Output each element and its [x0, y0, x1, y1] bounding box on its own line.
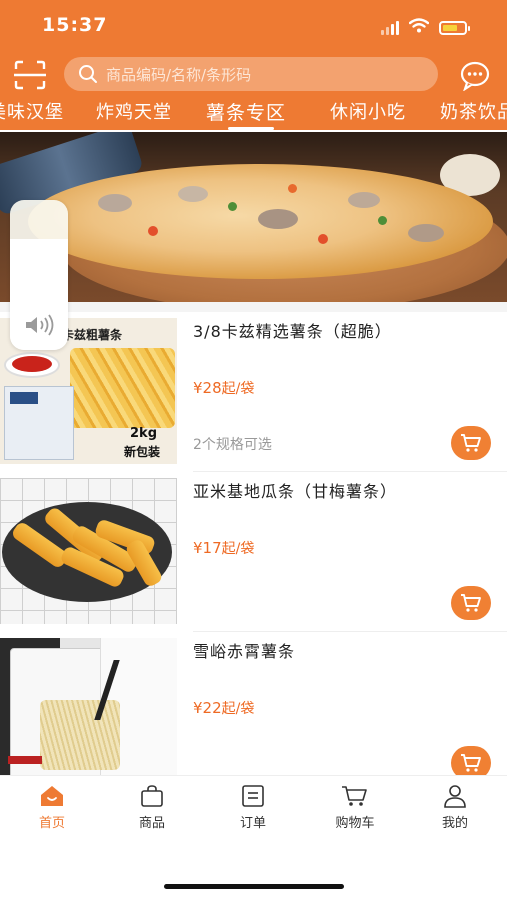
price-value: ¥17	[193, 539, 222, 557]
nav-products[interactable]: 商品	[112, 782, 192, 831]
thumb-label-top: 卡兹粗薯条	[62, 328, 123, 342]
nav-home[interactable]: 首页	[12, 782, 92, 831]
banner-pizza-image	[28, 164, 493, 279]
product-item[interactable]: 雪峪赤霄薯条 ¥22起/袋	[0, 632, 507, 792]
tab-snacks[interactable]: 休闲小吃	[330, 98, 406, 124]
search-row: 商品编码/名称/条形码	[0, 55, 507, 95]
thumb-label-weight: 2kg	[130, 426, 157, 441]
search-input[interactable]: 商品编码/名称/条形码	[64, 57, 438, 91]
bottom-nav: 首页 商品 订单 购物车 我的	[0, 775, 507, 833]
status-bar: 15:37	[0, 0, 507, 50]
status-time: 15:37	[42, 14, 108, 36]
cart-icon	[342, 786, 367, 806]
nav-orders[interactable]: 订单	[213, 782, 293, 831]
product-item[interactable]: 卡兹粗薯条 2kg 新包装 3/8卡兹精选薯条（超脆） ¥28起/袋 2个规格可…	[0, 312, 507, 472]
product-thumbnail	[0, 478, 177, 624]
product-thumbnail	[0, 638, 177, 784]
price-unit: 起/袋	[221, 701, 255, 717]
status-icons	[381, 18, 470, 37]
price-unit: 起/袋	[221, 381, 255, 397]
nav-profile[interactable]: 我的	[415, 782, 495, 831]
nav-home-label: 首页	[38, 816, 65, 831]
message-icon	[460, 61, 490, 92]
user-icon	[444, 785, 466, 808]
add-to-cart-button[interactable]	[451, 586, 491, 620]
nav-cart-label: 购物车	[335, 816, 375, 831]
order-icon	[242, 785, 264, 807]
cart-icon	[461, 594, 481, 612]
product-name: 雪峪赤霄薯条	[193, 642, 296, 661]
product-name: 亚米基地瓜条（甘梅薯条）	[193, 482, 398, 501]
volume-indicator	[10, 200, 68, 350]
home-icon	[41, 786, 63, 806]
category-tabs: 美味汉堡 炸鸡天堂 薯条专区 休闲小吃 奶茶饮品	[0, 98, 507, 130]
cart-icon	[461, 434, 481, 452]
product-spec-count: 2个规格可选	[193, 437, 272, 453]
promo-banner[interactable]	[0, 132, 507, 302]
search-icon	[79, 65, 97, 83]
message-button[interactable]	[458, 59, 492, 92]
product-price: ¥17起/袋	[193, 538, 254, 558]
thumb-label-badge: 新包装	[124, 445, 161, 459]
add-to-cart-button[interactable]	[451, 426, 491, 460]
tab-fried-chicken[interactable]: 炸鸡天堂	[96, 98, 172, 124]
product-item[interactable]: 亚米基地瓜条（甘梅薯条） ¥17起/袋	[0, 472, 507, 632]
bag-icon	[141, 785, 163, 807]
scan-icon	[14, 60, 46, 90]
tab-burgers[interactable]: 美味汉堡	[0, 98, 64, 124]
tab-fries[interactable]: 薯条专区	[206, 98, 286, 125]
header: 15:37 商品编码/名称/条形码 味汉堡 炸鸡天堂 薯条专区 休闲小吃 奶茶饮	[0, 0, 507, 130]
search-placeholder: 商品编码/名称/条形码	[106, 65, 252, 84]
app-screen: 15:37 商品编码/名称/条形码 味汉堡 炸鸡天堂 薯条专区 休闲小吃 奶茶饮…	[0, 0, 507, 900]
signal-icon	[381, 20, 399, 35]
price-value: ¥28	[193, 379, 222, 397]
tab-milk-tea[interactable]: 奶茶饮品	[440, 98, 507, 124]
nav-orders-label: 订单	[239, 816, 266, 831]
product-name: 3/8卡兹精选薯条（超脆）	[193, 322, 392, 341]
price-value: ¥22	[193, 699, 222, 717]
speaker-icon	[24, 314, 56, 340]
product-price: ¥28起/袋	[193, 378, 254, 398]
active-tab-indicator	[228, 127, 274, 130]
wifi-icon	[408, 18, 430, 37]
product-price: ¥22起/袋	[193, 698, 254, 718]
home-indicator[interactable]	[164, 884, 344, 889]
scan-button[interactable]	[12, 59, 48, 91]
cart-icon	[461, 754, 481, 772]
section-divider	[0, 302, 507, 312]
nav-cart[interactable]: 购物车	[315, 782, 395, 831]
nav-products-label: 商品	[138, 816, 165, 831]
price-unit: 起/袋	[221, 541, 255, 557]
nav-profile-label: 我的	[441, 816, 468, 831]
battery-icon	[439, 20, 470, 35]
